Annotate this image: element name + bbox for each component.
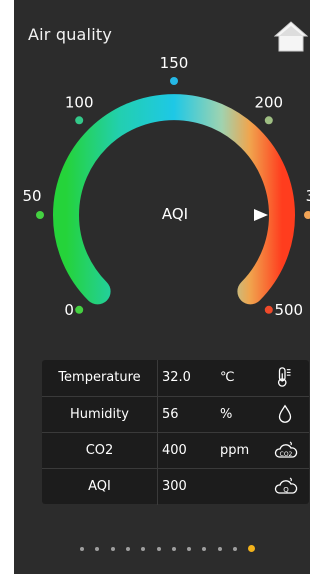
reading-name: Humidity — [42, 397, 158, 433]
aqi-cloud-icon: Q — [274, 475, 304, 499]
page-dot[interactable] — [233, 547, 237, 551]
readings-table: Temperature 32.0 ℃ Humidity 56% CO2 400 ppm CO2 A… — [42, 360, 309, 505]
gauge-tick-dot-100 — [75, 116, 84, 125]
aqi-gauge: 0 50 100 150 200 300 500 AQI — [22, 54, 310, 319]
reading-value: 56 — [162, 407, 179, 422]
reading-unit: ppm — [220, 443, 250, 458]
page-dot[interactable] — [80, 547, 84, 551]
gauge-pointer — [254, 209, 268, 221]
page-dot[interactable] — [171, 547, 176, 551]
page-indicator — [80, 545, 280, 555]
gauge-tick-label-0: 0 — [64, 301, 74, 319]
gauge-tick-label-150: 150 — [160, 54, 189, 72]
reading-name: Temperature — [42, 360, 158, 396]
table-row: CO2 400 ppm CO2 — [42, 432, 309, 469]
thermometer-icon — [274, 366, 304, 390]
reading-value: 32.0 — [162, 370, 191, 385]
page-dot[interactable] — [95, 547, 100, 551]
page-dot[interactable] — [202, 547, 207, 551]
reading-name: AQI — [42, 469, 158, 505]
screen: Air quality 050100150200300500 AQI Tempe… — [14, 0, 310, 574]
gauge-tick-dot-150 — [170, 77, 178, 85]
gauge-tick-label-500: 500 — [274, 301, 303, 319]
reading-value: 300 — [162, 479, 187, 494]
table-row: Humidity 56% — [42, 396, 309, 433]
gauge-tick-label-50: 50 — [22, 187, 41, 205]
reading-value: 400 — [162, 443, 187, 458]
table-row: AQI 300 Q — [42, 468, 309, 505]
gauge-tick-label-200: 200 — [254, 93, 283, 111]
gauge-tick-label-100: 100 — [65, 93, 94, 111]
page-dot[interactable] — [217, 547, 222, 551]
co2-cloud-icon: CO2 — [274, 439, 304, 463]
gauge-tick-dot-200 — [264, 116, 273, 125]
reading-unit: ℃ — [220, 370, 235, 385]
gauge-center-label: AQI — [162, 205, 188, 223]
reading-unit — [220, 469, 260, 505]
reading-name: CO2 — [42, 433, 158, 469]
gauge-tick-dot-50 — [36, 211, 44, 219]
gauge-tick-dot-300 — [304, 211, 310, 219]
gauge-tick-label-300: 300 — [306, 187, 310, 205]
page-dot[interactable] — [156, 547, 161, 551]
page-dot[interactable] — [110, 547, 115, 551]
svg-text:Q: Q — [283, 486, 289, 494]
table-row: Temperature 32.0 ℃ — [42, 360, 309, 396]
page-dot[interactable] — [141, 547, 146, 551]
page-dot[interactable] — [187, 547, 192, 551]
gauge-tick-dot-500 — [264, 305, 273, 314]
page-dot[interactable] — [125, 547, 130, 551]
gauge-tick-dot-0 — [75, 305, 84, 314]
page-dot[interactable] — [248, 545, 256, 552]
water-drop-icon — [274, 403, 304, 427]
gauge-arc — [53, 94, 295, 305]
svg-text:CO2: CO2 — [280, 451, 293, 458]
reading-unit: % — [220, 407, 233, 422]
